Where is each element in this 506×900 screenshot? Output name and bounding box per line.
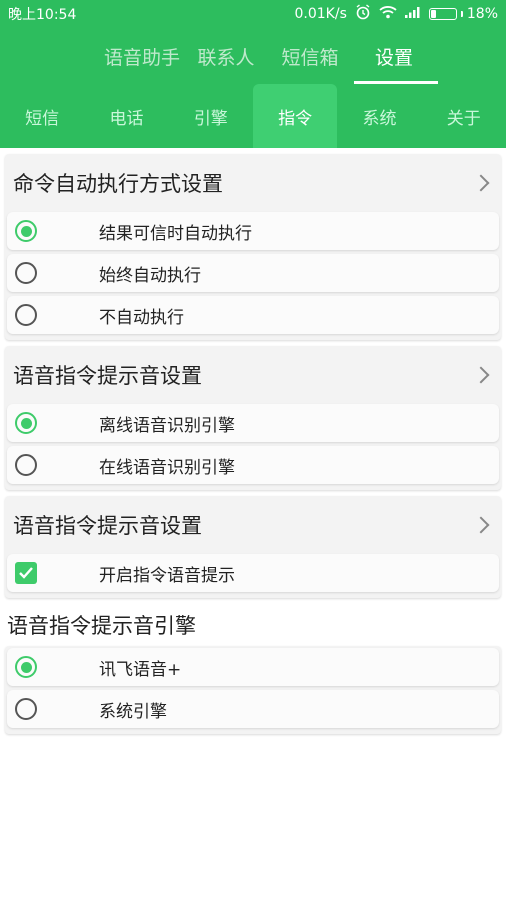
checkbox-row[interactable]: 开启指令语音提示: [7, 554, 499, 592]
option-row[interactable]: 系统引擎: [7, 690, 499, 728]
option-label: 结果可信时自动执行: [99, 223, 252, 244]
alarm-icon: [355, 4, 371, 24]
tab-contacts[interactable]: 联系人: [184, 28, 268, 84]
section-title: 语音指令提示音设置: [13, 364, 202, 388]
settings-content: 命令自动执行方式设置 结果可信时自动执行 始终自动执行 不自动执行 语音指令提示…: [0, 148, 506, 734]
option-row[interactable]: 结果可信时自动执行: [7, 212, 499, 250]
settings-sub-tab-bar: 短信 电话 引擎 指令 系统 关于: [0, 84, 506, 148]
network-speed: 0.01K/s: [294, 6, 347, 22]
tab-settings[interactable]: 设置: [352, 28, 438, 84]
radio-selected-icon[interactable]: [15, 220, 37, 242]
battery-percent: 18%: [466, 6, 498, 22]
tab-sms-inbox[interactable]: 短信箱: [268, 28, 352, 84]
section-title: 语音指令提示音设置: [13, 514, 202, 538]
chevron-right-icon: [472, 174, 490, 192]
wifi-icon: [379, 5, 397, 23]
auto-exec-section: 命令自动执行方式设置 结果可信时自动执行 始终自动执行 不自动执行: [5, 154, 501, 340]
signal-icon: [404, 6, 421, 22]
option-label: 不自动执行: [99, 307, 184, 328]
sound-engine-title: 语音指令提示音引擎: [7, 614, 196, 638]
radio-unselected-icon[interactable]: [15, 304, 37, 326]
option-row[interactable]: 在线语音识别引擎: [7, 446, 499, 484]
subtab-engine[interactable]: 引擎: [169, 84, 253, 148]
battery-icon: [428, 8, 457, 20]
option-row[interactable]: 讯飞语音+: [7, 648, 499, 686]
sound-engine-section: 讯飞语音+ 系统引擎: [5, 646, 501, 734]
radio-unselected-icon[interactable]: [15, 454, 37, 476]
subtab-phone[interactable]: 电话: [84, 84, 168, 148]
checkbox-checked-icon[interactable]: [15, 562, 37, 584]
option-label: 讯飞语音+: [99, 659, 182, 680]
chevron-right-icon: [472, 516, 490, 534]
subtab-sms[interactable]: 短信: [0, 84, 84, 148]
app-header: 晚上10:54 0.01K/s 18% 语音助手 联系人 短信箱 设置 短信 电…: [0, 0, 506, 148]
option-label: 系统引擎: [99, 701, 167, 722]
status-icons: 0.01K/s 18%: [294, 4, 498, 24]
option-label: 始终自动执行: [99, 265, 201, 286]
option-row[interactable]: 离线语音识别引擎: [7, 404, 499, 442]
option-label: 离线语音识别引擎: [99, 415, 235, 436]
subtab-commands[interactable]: 指令: [252, 84, 338, 148]
top-tab-bar: 语音助手 联系人 短信箱 设置: [0, 28, 506, 84]
chevron-right-icon: [472, 366, 490, 384]
prompt-engine-section: 语音指令提示音设置 离线语音识别引擎 在线语音识别引擎: [5, 346, 501, 490]
option-row[interactable]: 不自动执行: [7, 296, 499, 334]
radio-selected-icon[interactable]: [15, 412, 37, 434]
option-row[interactable]: 始终自动执行: [7, 254, 499, 292]
radio-selected-icon[interactable]: [15, 656, 37, 678]
option-label: 在线语音识别引擎: [99, 457, 235, 478]
status-time: 晚上10:54: [8, 7, 77, 23]
subtab-about[interactable]: 关于: [422, 84, 506, 148]
auto-exec-header[interactable]: 命令自动执行方式设置: [5, 154, 501, 212]
radio-unselected-icon[interactable]: [15, 262, 37, 284]
section-title: 命令自动执行方式设置: [13, 172, 223, 196]
prompt-engine-header[interactable]: 语音指令提示音设置: [5, 346, 501, 404]
radio-unselected-icon[interactable]: [15, 698, 37, 720]
status-bar: 晚上10:54 0.01K/s 18%: [0, 0, 506, 28]
tab-voice-assistant[interactable]: 语音助手: [100, 28, 184, 84]
prompt-sound-section: 语音指令提示音设置 开启指令语音提示: [5, 496, 501, 598]
prompt-sound-header[interactable]: 语音指令提示音设置: [5, 496, 501, 554]
battery-indicator: 18%: [428, 6, 498, 22]
checkbox-label: 开启指令语音提示: [99, 565, 235, 586]
subtab-system[interactable]: 系统: [337, 84, 421, 148]
